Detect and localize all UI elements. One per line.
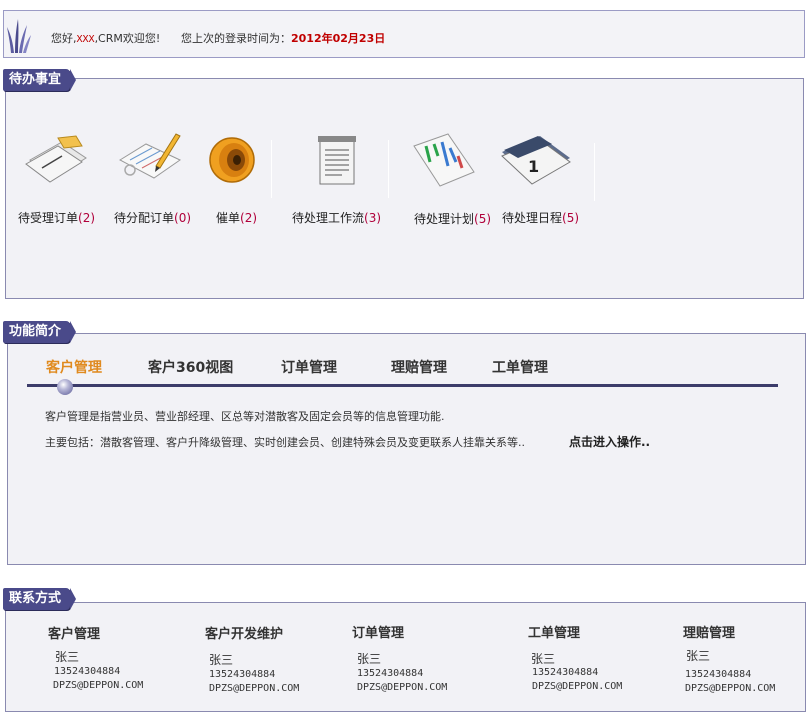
- speaker-icon: [209, 137, 255, 183]
- todo-label: 待受理订单(2): [18, 211, 96, 225]
- todo-item-plans[interactable]: 待处理计划(5): [412, 130, 494, 230]
- contact-email[interactable]: DPZS@DEPPON.COM: [357, 682, 447, 693]
- contact-title: 理赔管理: [683, 626, 736, 641]
- tab-slider-track: [27, 384, 778, 387]
- contact-title: 订单管理: [352, 626, 405, 641]
- feature-description-2: 主要包括：潜散客管理、客户升降级管理、实时创建会员、创建特殊会员及变更联系人挂靠…: [45, 436, 525, 449]
- calendar-icon: 1: [501, 136, 571, 185]
- contacts-section-title: 联系方式: [3, 588, 77, 610]
- tab-claims-management[interactable]: 理赔管理: [391, 357, 447, 377]
- contact-phone: 13524304884: [685, 669, 752, 680]
- contact-name: 张三: [55, 650, 80, 664]
- feature-description-1: 客户管理是指营业员、营业部经理、区总等对潜散客及固定会员等的信息管理功能.: [45, 410, 445, 423]
- todo-label: 待处理日程(5): [502, 211, 580, 225]
- greeting-prefix: 您好,: [51, 32, 77, 45]
- contact-title: 工单管理: [528, 626, 581, 641]
- papers-icon: [25, 135, 87, 183]
- contact-phone: 13524304884: [357, 668, 424, 679]
- todo-item-pending-orders[interactable]: 待受理订单(2): [16, 130, 96, 230]
- contact-name: 张三: [686, 649, 711, 663]
- contact-phone: 13524304884: [532, 667, 599, 678]
- document-icon: [318, 136, 356, 185]
- contact-email[interactable]: DPZS@DEPPON.COM: [209, 683, 299, 694]
- contact-name: 张三: [209, 653, 234, 667]
- tab-ticket-management[interactable]: 工单管理: [492, 357, 548, 377]
- tab-order-management[interactable]: 订单管理: [281, 357, 337, 377]
- contact-title: 客户开发维护: [205, 627, 284, 642]
- svg-text:1: 1: [528, 157, 539, 176]
- contact-phone: 13524304884: [54, 666, 121, 677]
- grass-logo-icon: [7, 19, 31, 53]
- contact-title: 客户管理: [48, 627, 101, 642]
- todo-separator: [594, 143, 595, 201]
- todo-label: 催单(2): [216, 211, 258, 225]
- welcome-bar: 您好,XXX,CRM欢迎您! 您上次的登录时间为：2012年02月23日: [3, 10, 805, 58]
- todo-label: 待分配订单(0): [114, 211, 192, 225]
- last-login: 您上次的登录时间为：2012年02月23日: [181, 30, 385, 46]
- features-section-title: 功能简介: [3, 321, 77, 343]
- todo-item-reminders[interactable]: 催单(2): [202, 130, 266, 230]
- last-login-label: 您上次的登录时间为：: [181, 32, 291, 45]
- tab-customer-management[interactable]: 客户管理: [46, 357, 102, 377]
- contact-name: 张三: [531, 652, 556, 666]
- tab-customer-360[interactable]: 客户360视图: [148, 357, 233, 377]
- todo-item-schedule[interactable]: 1 待处理日程(5): [498, 130, 588, 230]
- todo-separator: [388, 140, 389, 198]
- user-name: XXX: [76, 34, 95, 45]
- todo-label: 待处理计划(5): [414, 212, 492, 226]
- contact-email[interactable]: DPZS@DEPPON.COM: [532, 681, 622, 692]
- greeting-text: 您好,XXX,CRM欢迎您!: [51, 30, 160, 46]
- todo-item-unassigned-orders[interactable]: 待分配订单(0): [112, 130, 192, 230]
- todo-separator: [271, 140, 272, 198]
- todo-section-title: 待办事宜: [3, 69, 77, 91]
- contact-phone: 13524304884: [209, 669, 276, 680]
- last-login-date: 2012年02月23日: [291, 32, 386, 45]
- todo-item-workflow[interactable]: 待处理工作流(3): [290, 130, 382, 230]
- form-pencil-icon: [118, 133, 181, 179]
- chart-plan-icon: [413, 133, 475, 187]
- contact-email[interactable]: DPZS@DEPPON.COM: [53, 680, 143, 691]
- contact-name: 张三: [357, 652, 382, 666]
- enter-operation-link[interactable]: 点击进入操作..: [569, 433, 650, 450]
- tab-slider-knob[interactable]: [57, 379, 73, 395]
- greeting-suffix: ,CRM欢迎您!: [94, 32, 161, 45]
- todo-label: 待处理工作流(3): [292, 211, 382, 225]
- contact-email[interactable]: DPZS@DEPPON.COM: [685, 683, 775, 694]
